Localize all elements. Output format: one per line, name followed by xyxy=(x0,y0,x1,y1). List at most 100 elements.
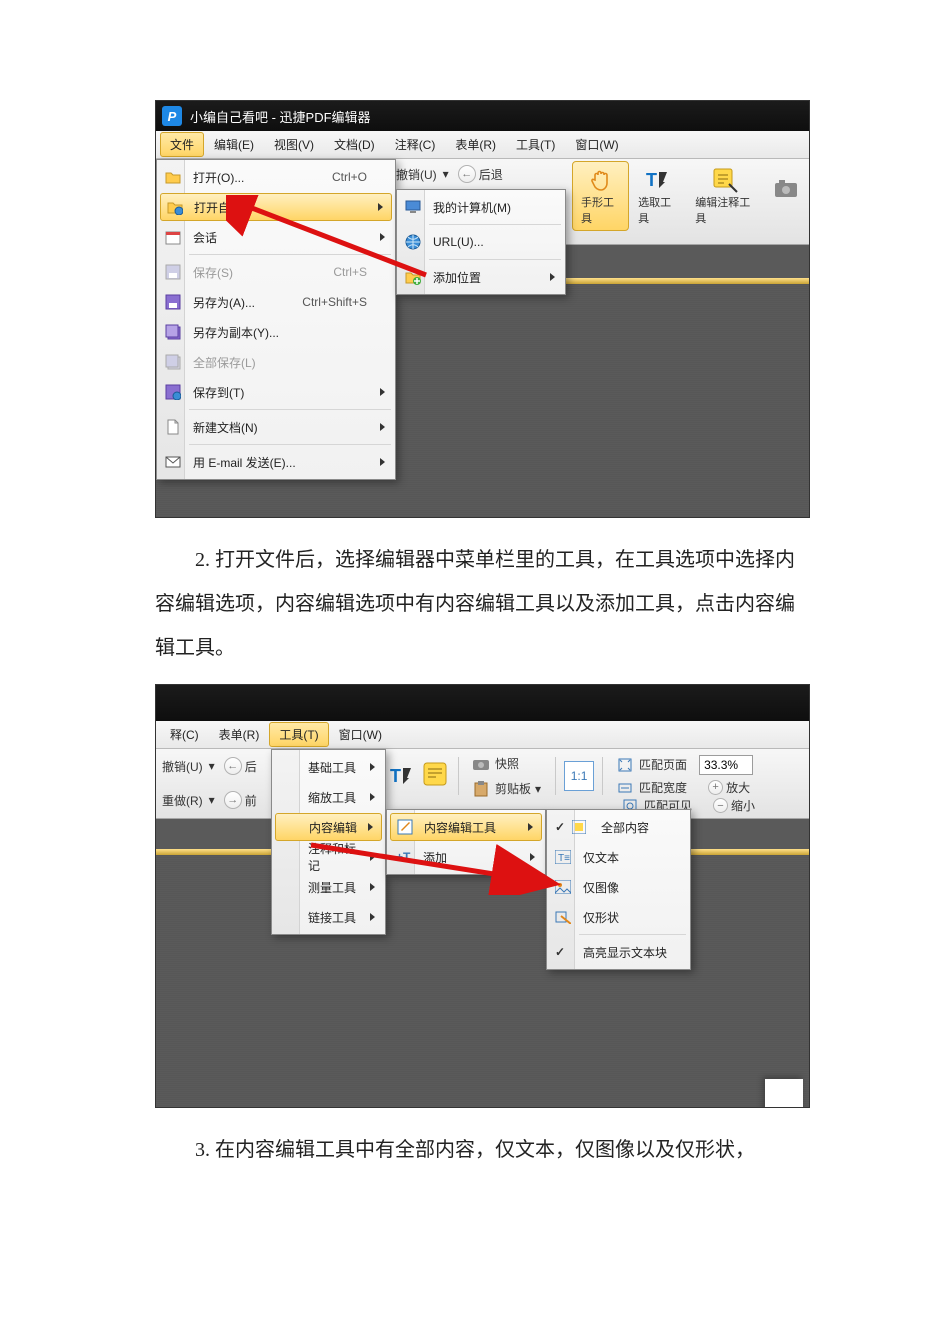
new-doc-icon xyxy=(165,419,181,435)
redo-dd-2[interactable]: ▾ xyxy=(203,791,221,809)
zoom-value[interactable]: 33.3% xyxy=(699,755,753,775)
workspace-2 xyxy=(156,849,809,1108)
menu-comment-partial[interactable]: 释(C) xyxy=(160,722,209,747)
menu-item-add-location[interactable]: 添加位置 xyxy=(399,262,563,292)
menu-file[interactable]: 文件 xyxy=(160,132,204,157)
zoom-out-button[interactable]: − 缩小 xyxy=(704,795,761,816)
redo-label-2[interactable]: 重做(R) xyxy=(162,792,203,809)
note-icon-2[interactable] xyxy=(422,762,450,790)
titlebar: P 小编自己看吧 - 迅捷PDF编辑器 xyxy=(156,101,809,131)
add-text-icon: +T xyxy=(395,849,411,865)
menu-item-link[interactable]: 链接工具 xyxy=(274,902,383,932)
menu-item-save-as-copy[interactable]: 另存为副本(Y)... xyxy=(159,317,393,347)
clipboard-button[interactable]: 剪贴板▾ xyxy=(467,778,547,799)
menu-item-measure[interactable]: 测量工具 xyxy=(274,872,383,902)
menu-window-2[interactable]: 窗口(W) xyxy=(329,722,392,747)
minus-icon: − xyxy=(713,798,728,813)
tools-menu-dropdown: 基础工具 缩放工具 内容编辑 注释和标记 测量工具 链接工具 xyxy=(271,749,386,935)
menu-item-session[interactable]: 会话 xyxy=(159,222,393,252)
select-tool-button[interactable]: T 选取工具 xyxy=(629,161,686,231)
menu-item-content-edit-tool[interactable]: 内容编辑工具 xyxy=(390,813,542,841)
fit-page-button[interactable]: 匹配页面 xyxy=(611,754,693,775)
menu-item-save: 保存(S) Ctrl+S xyxy=(159,257,393,287)
menu-item-open-from[interactable]: 打开自(F) xyxy=(160,193,392,221)
undo-dropdown[interactable]: ▾ xyxy=(437,165,455,183)
menu-document[interactable]: 文档(D) xyxy=(324,132,385,157)
menu-item-email[interactable]: 用 E-mail 发送(E)... xyxy=(159,447,393,477)
menu-item-url[interactable]: URL(U)... xyxy=(399,227,563,257)
computer-icon xyxy=(405,199,421,215)
plus-icon: + xyxy=(708,780,723,795)
fwd-circle-2[interactable]: → xyxy=(224,791,242,809)
svg-text:+T: +T xyxy=(396,850,411,864)
submenu-arrow-icon xyxy=(550,270,555,284)
save-copy-icon xyxy=(165,324,181,340)
submenu-arrow-icon xyxy=(378,200,383,214)
submenu-arrow-icon xyxy=(380,455,385,469)
menu-item-shape-only[interactable]: 仅形状 xyxy=(549,902,688,932)
step-2-text: 2. 打开文件后，选择编辑器中菜单栏里的工具，在工具选项中选择内容编辑选项，内容… xyxy=(155,538,810,670)
hand-icon xyxy=(587,166,615,194)
fwd-char: 前 xyxy=(245,792,257,809)
menu-item-annot-mark[interactable]: 注释和标记 xyxy=(274,842,383,872)
save-icon xyxy=(165,264,181,280)
window-title: 小编自己看吧 - 迅捷PDF编辑器 xyxy=(190,107,371,126)
mail-icon xyxy=(165,454,181,470)
note-edit-icon xyxy=(711,166,739,194)
hand-tool-button[interactable]: 手形工具 xyxy=(572,161,629,231)
back-circle-2[interactable]: ← xyxy=(224,757,242,775)
menu-form[interactable]: 表单(R) xyxy=(445,132,506,157)
svg-text:T: T xyxy=(646,170,657,190)
globe-icon xyxy=(405,234,421,250)
folder-globe-icon xyxy=(167,199,183,215)
menu-item-save-all: 全部保存(L) xyxy=(159,347,393,377)
fit-width-icon xyxy=(617,780,633,796)
menu-item-text-only[interactable]: T≡ 仅文本 xyxy=(549,842,688,872)
menu-comment[interactable]: 注释(C) xyxy=(385,132,446,157)
menu-item-content-edit[interactable]: 内容编辑 xyxy=(275,813,382,841)
all-content-icon xyxy=(571,819,587,835)
save-all-icon xyxy=(165,354,181,370)
clipboard-icon xyxy=(473,781,489,797)
file-menu-dropdown: 打开(O)... Ctrl+O 打开自(F) 会话 保存(S) Ctrl+S xyxy=(156,159,396,480)
folder-add-icon xyxy=(405,269,421,285)
menu-tools[interactable]: 工具(T) xyxy=(506,132,565,157)
menu-item-highlight-text[interactable]: 高亮显示文本块 xyxy=(549,937,688,967)
menu-tools-2[interactable]: 工具(T) xyxy=(269,722,328,747)
checkmark-icon-2 xyxy=(555,944,571,960)
calendar-icon xyxy=(165,229,181,245)
menu-window[interactable]: 窗口(W) xyxy=(565,132,628,157)
fit-page-icon xyxy=(617,757,633,773)
undo-dd-2[interactable]: ▾ xyxy=(203,757,221,775)
save-globe-icon xyxy=(165,384,181,400)
menu-item-basic-tools[interactable]: 基础工具 xyxy=(274,752,383,782)
edit-annot-tool-button[interactable]: 编辑注释工具 xyxy=(686,161,763,231)
menu-item-save-to[interactable]: 保存到(T) xyxy=(159,377,393,407)
menu-item-add[interactable]: +T 添加 xyxy=(389,842,543,872)
menu-item-open[interactable]: 打开(O)... Ctrl+O xyxy=(159,162,393,192)
menu-item-zoom-tools[interactable]: 缩放工具 xyxy=(274,782,383,812)
menu-item-image-only[interactable]: 仅图像 xyxy=(549,872,688,902)
cursor-text-icon-2[interactable]: T xyxy=(388,762,416,790)
undo-label[interactable]: 撤销(U) xyxy=(396,166,437,183)
menu-item-save-as[interactable]: 另存为(A)... Ctrl+Shift+S xyxy=(159,287,393,317)
undo-label-2[interactable]: 撤销(U) xyxy=(162,758,203,775)
content-edit-options: 全部内容 T≡ 仅文本 仅图像 仅形状 高亮显示文本块 xyxy=(546,809,691,970)
menu-form-2[interactable]: 表单(R) xyxy=(209,722,270,747)
back-circle-icon[interactable]: ← xyxy=(458,165,476,183)
menu-item-new-doc[interactable]: 新建文档(N) xyxy=(159,412,393,442)
menu-view[interactable]: 视图(V) xyxy=(264,132,324,157)
svg-text:T: T xyxy=(390,766,401,786)
shape-only-icon xyxy=(555,909,571,925)
actual-size-icon[interactable]: 1:1 xyxy=(564,761,594,791)
camera-tool-button[interactable] xyxy=(763,161,809,231)
camera-icon xyxy=(772,175,800,203)
redo-label[interactable]: 后退 xyxy=(479,166,503,183)
save-as-icon xyxy=(165,294,181,310)
menu-item-all-content[interactable]: 全部内容 xyxy=(549,812,688,842)
menu-item-my-computer[interactable]: 我的计算机(M) xyxy=(399,192,563,222)
menu-edit[interactable]: 编辑(E) xyxy=(204,132,264,157)
submenu-arrow-icon xyxy=(380,230,385,244)
screenshot-2: 释(C) 表单(R) 工具(T) 窗口(W) 撤销(U) ▾ ← 后 重做(R)… xyxy=(155,684,810,1108)
snapshot-button[interactable]: 快照 xyxy=(467,753,547,774)
